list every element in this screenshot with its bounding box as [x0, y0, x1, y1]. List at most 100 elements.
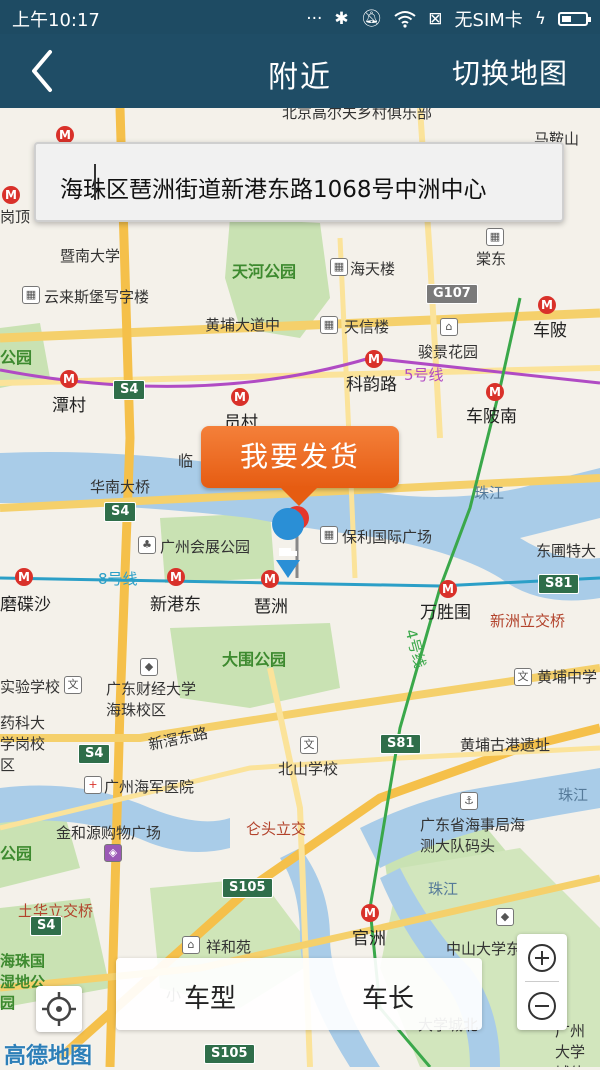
minus-circle-icon — [528, 992, 556, 1020]
mute-icon: 🔕︎ — [360, 9, 383, 29]
map-label: 公园 — [0, 348, 33, 367]
map-label: G107 — [426, 284, 478, 304]
metro-station-icon: M — [486, 383, 504, 401]
map-label: 实验学校 — [0, 678, 61, 696]
wifi-icon — [394, 11, 416, 28]
map-view[interactable]: 北京高尔夫乡村俱乐部 马鞍山 岗顶 暨南大学 天河公园 海天楼 棠东 云来斯堡写… — [0, 108, 600, 1067]
map-label: S4 — [113, 380, 146, 400]
map-label: 潭村 — [52, 396, 86, 416]
signal-dots-icon: ··· — [306, 9, 323, 29]
metro-station-icon: M — [261, 570, 279, 588]
map-label: 保利国际广场 — [342, 528, 433, 546]
map-label: 大围公园 — [222, 650, 287, 669]
map-label: 华南大桥 — [90, 478, 151, 496]
filter-bar: 车型 车长 — [116, 958, 482, 1030]
map-label: S105 — [222, 878, 273, 898]
map-label: S81 — [538, 574, 580, 594]
map-label: 5号线 — [404, 366, 444, 384]
locate-button[interactable] — [36, 986, 82, 1032]
metro-station-icon: M — [2, 186, 20, 204]
metro-station-icon: M — [231, 388, 249, 406]
building-icon: ▦ — [486, 228, 504, 246]
building-icon: ▦ — [320, 526, 338, 544]
app-header: 附近 切换地图 — [0, 34, 600, 108]
school-icon: ◆ — [496, 908, 514, 926]
charging-icon: ϟ — [534, 9, 546, 29]
map-label: 天河公园 — [232, 262, 297, 281]
metro-station-icon: M — [538, 296, 556, 314]
map-label: 车陂 — [533, 321, 567, 341]
residence-icon: ⌂ — [440, 318, 458, 336]
school-icon: 文 — [300, 736, 318, 754]
map-label: 科韵路 — [346, 375, 397, 395]
bluetooth-icon: ✱ — [334, 9, 349, 29]
map-label: 药科大学岗校区 — [0, 714, 46, 774]
building-icon: ▦ — [330, 258, 348, 276]
text-cursor — [94, 164, 96, 200]
zoom-in-button[interactable] — [517, 934, 567, 982]
metro-station-icon: M — [167, 568, 185, 586]
address-text: 海珠区琶洲街道新港东路1068号中洲中心 — [60, 177, 487, 203]
shopping-icon: ◈ — [104, 844, 122, 862]
map-label: 岗顶 — [0, 208, 31, 226]
map-label: 琶洲 — [254, 597, 288, 617]
map-label: S105 — [204, 1044, 255, 1064]
map-label: 磨碟沙 — [0, 595, 51, 615]
map-label: 云来斯堡写字楼 — [44, 288, 150, 306]
map-label: 广州海军医院 — [104, 778, 195, 796]
building-icon: ▦ — [22, 286, 40, 304]
map-brand-logo: 高德地图 — [4, 1044, 93, 1069]
map-label: 广州会展公园 — [160, 538, 251, 556]
map-label: 北山学校 — [278, 760, 339, 778]
switch-map-button[interactable]: 切换地图 — [452, 52, 568, 92]
map-label: 珠江 — [474, 484, 505, 502]
crosshair-icon — [42, 992, 76, 1026]
map-label: 黄埔古港遗址 — [460, 736, 551, 754]
sim-status: 无SIM卡 — [454, 10, 523, 31]
school-icon: 文 — [64, 676, 82, 694]
school-icon: 文 — [514, 668, 532, 686]
map-label: 广东省海事局海测大队码头 — [420, 816, 526, 855]
map-label: 棠东 — [476, 250, 507, 268]
map-label: S4 — [30, 916, 63, 936]
map-label: 车陂南 — [466, 407, 517, 427]
map-label: 天信楼 — [344, 318, 390, 336]
map-label: 黄埔大道中 — [205, 316, 281, 334]
map-label: 金和源购物广场 — [56, 824, 162, 842]
metro-station-icon: M — [60, 370, 78, 388]
map-label: 临 — [178, 452, 194, 470]
plus-circle-icon — [528, 944, 556, 972]
sim-off-icon: ⊠ — [428, 9, 443, 29]
map-label: 公园 — [0, 844, 33, 863]
address-input[interactable]: 海珠区琶洲街道新港东路1068号中洲中心 — [34, 142, 564, 222]
battery-icon — [558, 12, 591, 26]
map-label: 珠江 — [428, 880, 459, 898]
metro-station-icon: M — [361, 904, 379, 922]
map-label: 珠江 — [558, 786, 589, 804]
map-label: 8号线 — [98, 570, 138, 588]
map-label: 暨南大学 — [60, 247, 121, 265]
map-label: 官洲 — [352, 929, 386, 949]
metro-station-icon: M — [439, 580, 457, 598]
school-icon: ◆ — [140, 658, 158, 676]
ship-goods-button[interactable]: 我要发货 — [201, 426, 399, 506]
map-label: 万胜围 — [420, 603, 471, 623]
map-label: S4 — [78, 744, 111, 764]
anchor-icon: ⚓︎ — [460, 792, 478, 810]
map-label: 海天楼 — [350, 260, 396, 278]
map-label: 祥和苑 — [206, 938, 252, 956]
status-time: 上午10:17 — [12, 10, 100, 31]
vehicle-type-button[interactable]: 车型 — [184, 978, 236, 1015]
vehicle-length-button[interactable]: 车长 — [362, 978, 414, 1015]
zoom-out-button[interactable] — [517, 982, 567, 1030]
building-icon: ▦ — [320, 316, 338, 334]
status-bar: 上午10:17 ··· ✱ 🔕︎ ⊠ 无SIM卡 ϟ — [0, 0, 600, 34]
park-icon: ♣ — [138, 536, 156, 554]
map-label: 新洲立交桥 — [490, 612, 566, 630]
zoom-control — [517, 934, 567, 1030]
map-label: 北京高尔夫乡村俱乐部 — [282, 108, 433, 122]
map-label: S81 — [380, 734, 422, 754]
metro-station-icon: M — [365, 350, 383, 368]
map-label: 仑头立交 — [246, 820, 307, 838]
map-label: 新港东 — [150, 595, 201, 615]
